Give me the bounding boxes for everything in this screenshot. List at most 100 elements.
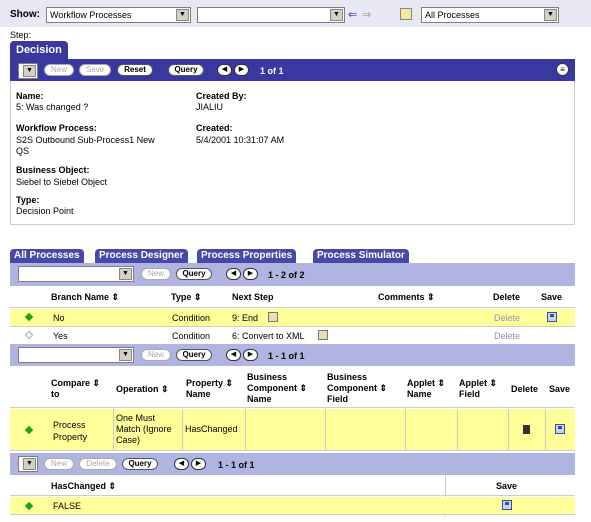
show-label: Show: <box>10 9 40 20</box>
branch-name-cell[interactable]: Yes <box>53 331 68 341</box>
column-divider <box>405 409 406 451</box>
criteria-save-header: Save <box>549 384 571 394</box>
decision-query-button[interactable]: Query <box>168 64 204 76</box>
bc-name-header[interactable]: Business Component ⇕ Name <box>247 372 307 405</box>
values-record-count: 1 - 1 of 1 <box>218 460 255 470</box>
branch-type-header[interactable]: Type ⇕ <box>171 292 201 303</box>
decision-save-button[interactable]: Save <box>79 64 111 76</box>
save-icon[interactable] <box>555 424 565 434</box>
branch-comments-header[interactable]: Comments ⇕ <box>378 292 435 303</box>
workflow-process-value-2: QS <box>16 146 30 156</box>
prev-record-icon[interactable]: ◀ <box>226 268 241 280</box>
column-divider <box>245 409 246 451</box>
table-row[interactable] <box>10 497 575 515</box>
next-record-icon[interactable]: ▶ <box>243 349 258 361</box>
column-divider <box>325 409 326 451</box>
branch-menu-select[interactable]: ▼ <box>18 266 134 282</box>
save-icon[interactable] <box>502 500 512 510</box>
next-record-icon[interactable]: ▶ <box>191 458 206 470</box>
branch-save-header: Save <box>541 292 563 302</box>
criteria-menu-select[interactable]: ▼ <box>18 347 134 363</box>
pick-icon[interactable] <box>268 312 278 322</box>
compare-to-cell[interactable]: Process Property <box>53 419 87 443</box>
next-record-icon[interactable]: ▶ <box>234 64 249 76</box>
branch-query-button[interactable]: Query <box>176 268 212 280</box>
column-divider <box>457 409 458 451</box>
type-value: Decision Point <box>16 206 74 216</box>
tab-all-processes[interactable]: All Processes <box>10 249 84 263</box>
branch-name-cell[interactable]: No <box>53 313 65 323</box>
applet-name-header[interactable]: Applet ⇕ Name <box>407 378 445 400</box>
branch-next-step-cell[interactable]: 9: End <box>232 313 258 323</box>
branch-type-cell[interactable]: Condition <box>172 313 210 323</box>
table-row[interactable] <box>10 409 575 451</box>
chevron-down-icon: ▼ <box>23 65 36 77</box>
chevron-down-icon: ▼ <box>176 9 189 21</box>
decision-form <box>10 81 575 225</box>
chevron-down-icon: ▼ <box>330 9 343 21</box>
branch-delete-link[interactable]: Delete <box>494 313 520 323</box>
tab-process-simulator[interactable]: Process Simulator <box>313 249 409 263</box>
chevron-down-icon: ▼ <box>23 458 36 470</box>
has-changed-header[interactable]: HasChanged ⇕ <box>51 481 116 492</box>
tab-process-designer[interactable]: Process Designer <box>95 249 188 263</box>
bc-field-header[interactable]: Business Component ⇕ Field <box>327 372 387 405</box>
prev-record-icon[interactable]: ◀ <box>217 64 232 76</box>
property-name-cell[interactable]: HasChanged <box>185 424 238 434</box>
criteria-record-count: 1 - 1 of 1 <box>268 351 305 361</box>
applet-field-header[interactable]: Applet ⇕ Field <box>459 378 497 400</box>
trash-icon[interactable] <box>523 425 530 434</box>
decision-record-count: 1 of 1 <box>260 66 284 76</box>
branch-type-cell[interactable]: Condition <box>172 331 210 341</box>
prev-record-icon[interactable]: ◀ <box>226 349 241 361</box>
workflow-process-value-1: S2S Outbound Sub-Process1 New <box>16 135 155 145</box>
prev-record-icon[interactable]: ◀ <box>174 458 189 470</box>
branch-delete-link[interactable]: Delete <box>494 331 520 341</box>
created-label: Created: <box>196 123 233 133</box>
forward-arrow-icon[interactable]: ⇒ <box>362 8 371 21</box>
values-query-button[interactable]: Query <box>122 458 158 470</box>
chevron-down-icon: ▼ <box>119 268 132 280</box>
branch-name-header[interactable]: Branch Name ⇕ <box>51 292 119 303</box>
criteria-new-button[interactable]: New <box>141 349 171 361</box>
property-name-header[interactable]: Property ⇕ Name <box>186 378 233 400</box>
table-row[interactable] <box>10 309 575 327</box>
workflow-process-label: Workflow Process: <box>16 123 97 133</box>
tab-process-properties[interactable]: Process Properties <box>197 249 297 263</box>
business-object-value: Siebel to Siebel Object <box>16 177 108 187</box>
values-save-header: Save <box>496 481 518 491</box>
decision-new-button[interactable]: New <box>44 64 74 76</box>
branch-next-step-cell[interactable]: 6: Convert to XML <box>232 331 305 341</box>
type-label: Type: <box>16 195 40 205</box>
values-delete-button[interactable]: Delete <box>79 458 117 470</box>
created-by-label: Created By: <box>196 91 247 101</box>
decision-title: Decision <box>16 44 62 56</box>
created-by-value: JIALIU <box>196 102 224 112</box>
name-value: 5: Was changed ? <box>16 102 89 112</box>
criteria-query-button[interactable]: Query <box>176 349 212 361</box>
decision-reset-button[interactable]: Reset <box>117 64 153 76</box>
operation-header[interactable]: Operation ⇕ <box>116 384 169 395</box>
back-arrow-icon[interactable]: ⇐ <box>348 8 357 21</box>
branch-new-button[interactable]: New <box>141 268 171 280</box>
filter-select[interactable]: ▼ <box>197 7 345 23</box>
column-divider <box>545 409 546 451</box>
scope-select[interactable]: All Processes ▼ <box>421 7 559 23</box>
save-icon[interactable] <box>547 312 557 322</box>
values-new-button[interactable]: New <box>44 458 74 470</box>
edit-icon[interactable] <box>400 8 412 20</box>
menu-icon[interactable]: ≡ <box>556 63 569 76</box>
column-divider <box>508 409 509 451</box>
pick-icon[interactable] <box>318 330 328 340</box>
created-value: 5/4/2001 10:31:07 AM <box>196 135 285 145</box>
show-select[interactable]: Workflow Processes ▼ <box>46 7 191 23</box>
operation-cell[interactable]: One Must Match (Ignore Case) <box>116 413 172 446</box>
step-label: Step: <box>10 30 32 40</box>
values-menu-select[interactable]: ▼ <box>18 456 38 472</box>
has-changed-cell[interactable]: FALSE <box>53 501 81 511</box>
decision-menu-select[interactable]: ▼ <box>18 63 38 79</box>
next-record-icon[interactable]: ▶ <box>243 268 258 280</box>
branch-delete-header: Delete <box>493 292 521 302</box>
compare-to-header[interactable]: Compare ⇕ to <box>51 378 100 400</box>
chevron-down-icon: ▼ <box>119 349 132 361</box>
